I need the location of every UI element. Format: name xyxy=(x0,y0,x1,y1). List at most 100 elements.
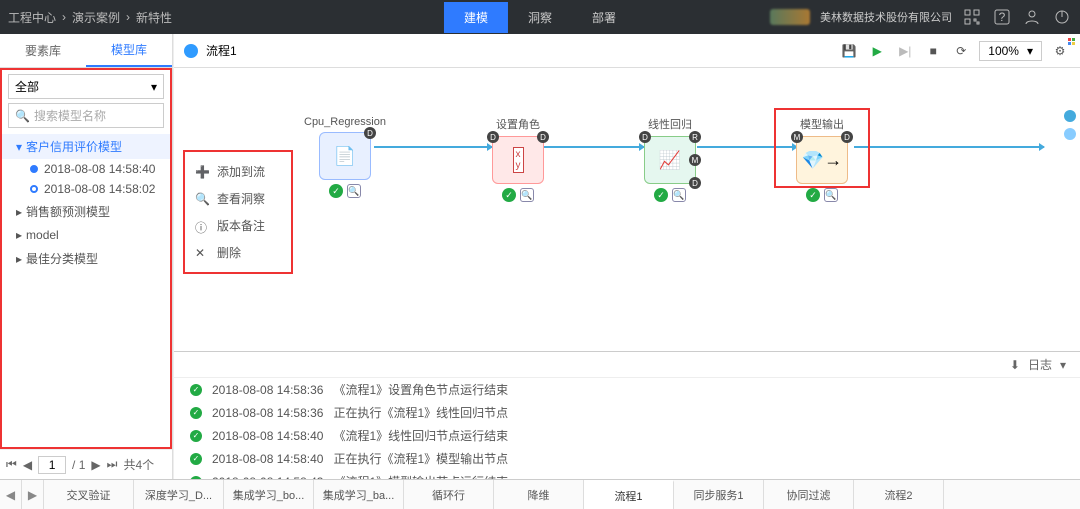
refresh-button[interactable]: ⟳ xyxy=(951,41,971,61)
log-msg: 《流程1》线性回归节点运行结束 xyxy=(333,427,508,444)
tree-group[interactable]: ▸ 销售额预测模型 xyxy=(2,199,170,224)
help-icon[interactable]: ? xyxy=(992,7,1012,27)
pager-total-pages: / 1 xyxy=(72,458,85,472)
bottom-tab[interactable]: 交叉验证 xyxy=(44,480,134,509)
log-msg: 正在执行《流程1》线性回归节点 xyxy=(333,404,508,421)
log-body[interactable]: ✓ 2018-08-08 14:58:36 《流程1》设置角色节点运行结束 ✓2018… xyxy=(174,378,1080,479)
pager-prev[interactable]: ◀ xyxy=(23,458,32,472)
step-button[interactable]: ▶| xyxy=(895,41,915,61)
eye-icon: 🔍 xyxy=(195,192,209,206)
palette-icon[interactable] xyxy=(1068,38,1076,45)
bottom-tab[interactable]: 循环行 xyxy=(404,480,494,509)
regression-icon: 📈 xyxy=(659,150,681,171)
bottom-tab[interactable]: 同步服务1 xyxy=(674,480,764,509)
company-name: 美林数据技术股份有限公司 xyxy=(820,9,952,25)
tab-insight[interactable]: 洞察 xyxy=(508,2,572,33)
log-msg: 正在执行《流程1》模型输出节点 xyxy=(333,450,508,467)
inspect-icon[interactable]: 🔍 xyxy=(824,188,838,202)
status-ok-icon: ✓ xyxy=(654,188,668,202)
port[interactable]: D xyxy=(537,131,549,143)
tab-deploy[interactable]: 部署 xyxy=(572,2,636,33)
log-time: 2018-08-08 14:58:36 xyxy=(212,383,323,397)
settings-button[interactable]: ⚙ xyxy=(1050,41,1070,61)
bottom-tab[interactable]: 流程2 xyxy=(854,480,944,509)
power-icon[interactable] xyxy=(1052,7,1072,27)
port[interactable]: R xyxy=(689,131,701,143)
context-menu: ➕添加到流 🔍查看洞察 ⓘ版本备注 ✕删除 xyxy=(183,150,293,274)
flow-canvas[interactable]: Cpu_Regression 📄 D ✓🔍 设置角色 xy D D ✓🔍 线性回… xyxy=(174,68,1080,351)
ctx-view-insight[interactable]: 🔍查看洞察 xyxy=(185,185,291,212)
bottom-tab[interactable]: 协同过滤 xyxy=(764,480,854,509)
pager-next[interactable]: ▶ xyxy=(91,458,100,472)
stop-button[interactable]: ■ xyxy=(923,41,943,61)
tabs-next[interactable]: ▶ xyxy=(22,480,44,509)
bottom-tab[interactable]: 深度学习_D... xyxy=(134,480,224,509)
port[interactable]: D xyxy=(639,131,651,143)
tree-group[interactable]: ▾ 客户信用评价模型 xyxy=(2,134,170,159)
crumb[interactable]: 演示案例 xyxy=(72,9,120,26)
filter-select[interactable]: 全部 ▾ xyxy=(8,74,164,99)
tab-elements[interactable]: 要素库 xyxy=(0,34,86,67)
log-row: ✓2018-08-08 14:58:40《流程1》线性回归节点运行结束 xyxy=(174,424,1080,447)
ctx-delete[interactable]: ✕删除 xyxy=(185,239,291,266)
tab-build[interactable]: 建模 xyxy=(444,2,508,33)
port[interactable]: M xyxy=(689,154,701,166)
tree-version[interactable]: 2018-08-08 14:58:40 xyxy=(2,159,170,179)
ctx-version-note[interactable]: ⓘ版本备注 xyxy=(185,212,291,239)
port[interactable]: D xyxy=(364,127,376,139)
top-right: 美林数据技术股份有限公司 ? xyxy=(770,7,1072,27)
crumb[interactable]: 工程中心 xyxy=(8,9,56,26)
node-cpu-regression[interactable]: Cpu_Regression 📄 D ✓🔍 xyxy=(304,116,386,198)
port[interactable]: D xyxy=(689,177,701,189)
log-row: ✓2018-08-08 14:58:43《流程1》模型输出节点运行结束 xyxy=(174,470,1080,479)
tabs-prev[interactable]: ◀ xyxy=(0,480,22,509)
canvas-pin[interactable] xyxy=(1064,128,1076,140)
pager-page-input[interactable] xyxy=(38,456,66,474)
bottom-tab[interactable]: 流程1 xyxy=(584,480,674,509)
tab-models[interactable]: 模型库 xyxy=(86,34,172,67)
status-ok-icon: ✓ xyxy=(502,188,516,202)
pager: ⏮ ◀ / 1 ▶ ⏭ 共4个 xyxy=(0,449,172,479)
pager-last[interactable]: ⏭ xyxy=(107,457,118,472)
crumb[interactable]: 新特性 xyxy=(136,9,172,26)
log-msg: 《流程1》设置角色节点运行结束 xyxy=(333,381,508,398)
qr-icon[interactable] xyxy=(962,7,982,27)
model-tree: ▾ 客户信用评价模型 2018-08-08 14:58:40 2018-08-0… xyxy=(2,132,170,273)
ctx-add-to-flow[interactable]: ➕添加到流 xyxy=(185,158,291,185)
search-placeholder: 搜索模型名称 xyxy=(34,107,106,124)
log-time: 2018-08-08 14:58:43 xyxy=(212,475,323,480)
svg-text:?: ? xyxy=(999,10,1006,24)
node-label: Cpu_Regression xyxy=(304,116,386,128)
data-icon: 📄 xyxy=(334,146,356,167)
tree-group[interactable]: ▸ model xyxy=(2,224,170,246)
node-set-role[interactable]: 设置角色 xy D D ✓🔍 xyxy=(492,116,544,202)
flow-icon xyxy=(184,44,198,58)
bottom-tab[interactable]: 集成学习_ba... xyxy=(314,480,404,509)
node-linear-regression[interactable]: 线性回归 📈 D R M D ✓🔍 xyxy=(644,116,696,202)
node-label: 设置角色 xyxy=(492,116,544,132)
pager-first[interactable]: ⏮ xyxy=(6,457,17,472)
role-icon: xy xyxy=(513,147,524,173)
inspect-icon[interactable]: 🔍 xyxy=(520,188,534,202)
canvas-pin[interactable] xyxy=(1064,110,1076,122)
zoom-value: 100% xyxy=(988,44,1019,58)
inspect-icon[interactable]: 🔍 xyxy=(347,184,361,198)
breadcrumb: 工程中心› 演示案例› 新特性 xyxy=(8,9,172,26)
port[interactable]: D xyxy=(487,131,499,143)
logo xyxy=(770,9,810,25)
tree-group[interactable]: ▸ 最佳分类模型 xyxy=(2,246,170,271)
zoom-select[interactable]: 100% ▾ xyxy=(979,41,1042,61)
bottom-tab[interactable]: 降维 xyxy=(494,480,584,509)
user-icon[interactable] xyxy=(1022,7,1042,27)
search-input[interactable]: 🔍 搜索模型名称 xyxy=(8,103,164,128)
tree-version[interactable]: 2018-08-08 14:58:02 xyxy=(2,179,170,199)
bottom-tab[interactable]: 集成学习_bo... xyxy=(224,480,314,509)
chevron-down-icon[interactable]: ▾ xyxy=(1060,358,1066,372)
inspect-icon[interactable]: 🔍 xyxy=(672,188,686,202)
top-bar: 工程中心› 演示案例› 新特性 建模 洞察 部署 美林数据技术股份有限公司 ? xyxy=(0,0,1080,34)
status-ok-icon: ✓ xyxy=(190,384,202,396)
run-button[interactable]: ▶ xyxy=(867,41,887,61)
save-button[interactable]: 💾 xyxy=(839,41,859,61)
download-log-icon[interactable]: ⬇ xyxy=(1010,358,1020,372)
add-icon: ➕ xyxy=(195,165,209,179)
